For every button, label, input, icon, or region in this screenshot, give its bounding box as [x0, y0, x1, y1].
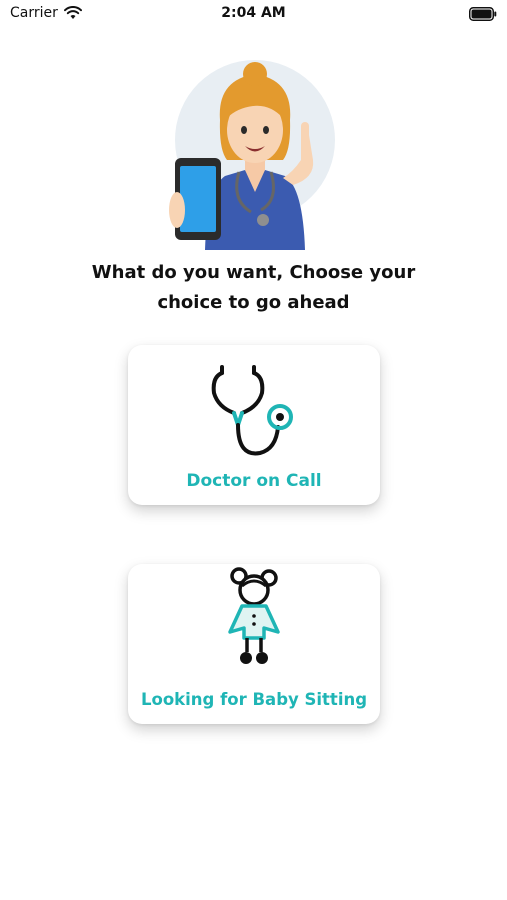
battery-icon [469, 7, 497, 21]
hero-illustration [165, 60, 345, 250]
clock: 2:04 AM [221, 5, 286, 21]
page-title: What do you want, Choose your choice to … [40, 258, 467, 318]
page-title-line-1: What do you want, Choose your [91, 262, 416, 283]
baby-sitting-card[interactable]: Looking for Baby Sitting [128, 564, 380, 724]
status-bar: Carrier 2:04 AM [0, 0, 507, 30]
baby-sitting-label: Looking for Baby Sitting [140, 690, 368, 709]
baby-girl-icon [228, 567, 280, 664]
nurse-holding-phone-illustration [169, 60, 335, 250]
stethoscope-icon [211, 365, 293, 456]
page-title-line-2: choice to go ahead [157, 292, 350, 313]
doctor-on-call-card[interactable]: Doctor on Call [128, 345, 380, 505]
status-right [469, 6, 497, 25]
doctor-on-call-label: Doctor on Call [186, 471, 322, 491]
